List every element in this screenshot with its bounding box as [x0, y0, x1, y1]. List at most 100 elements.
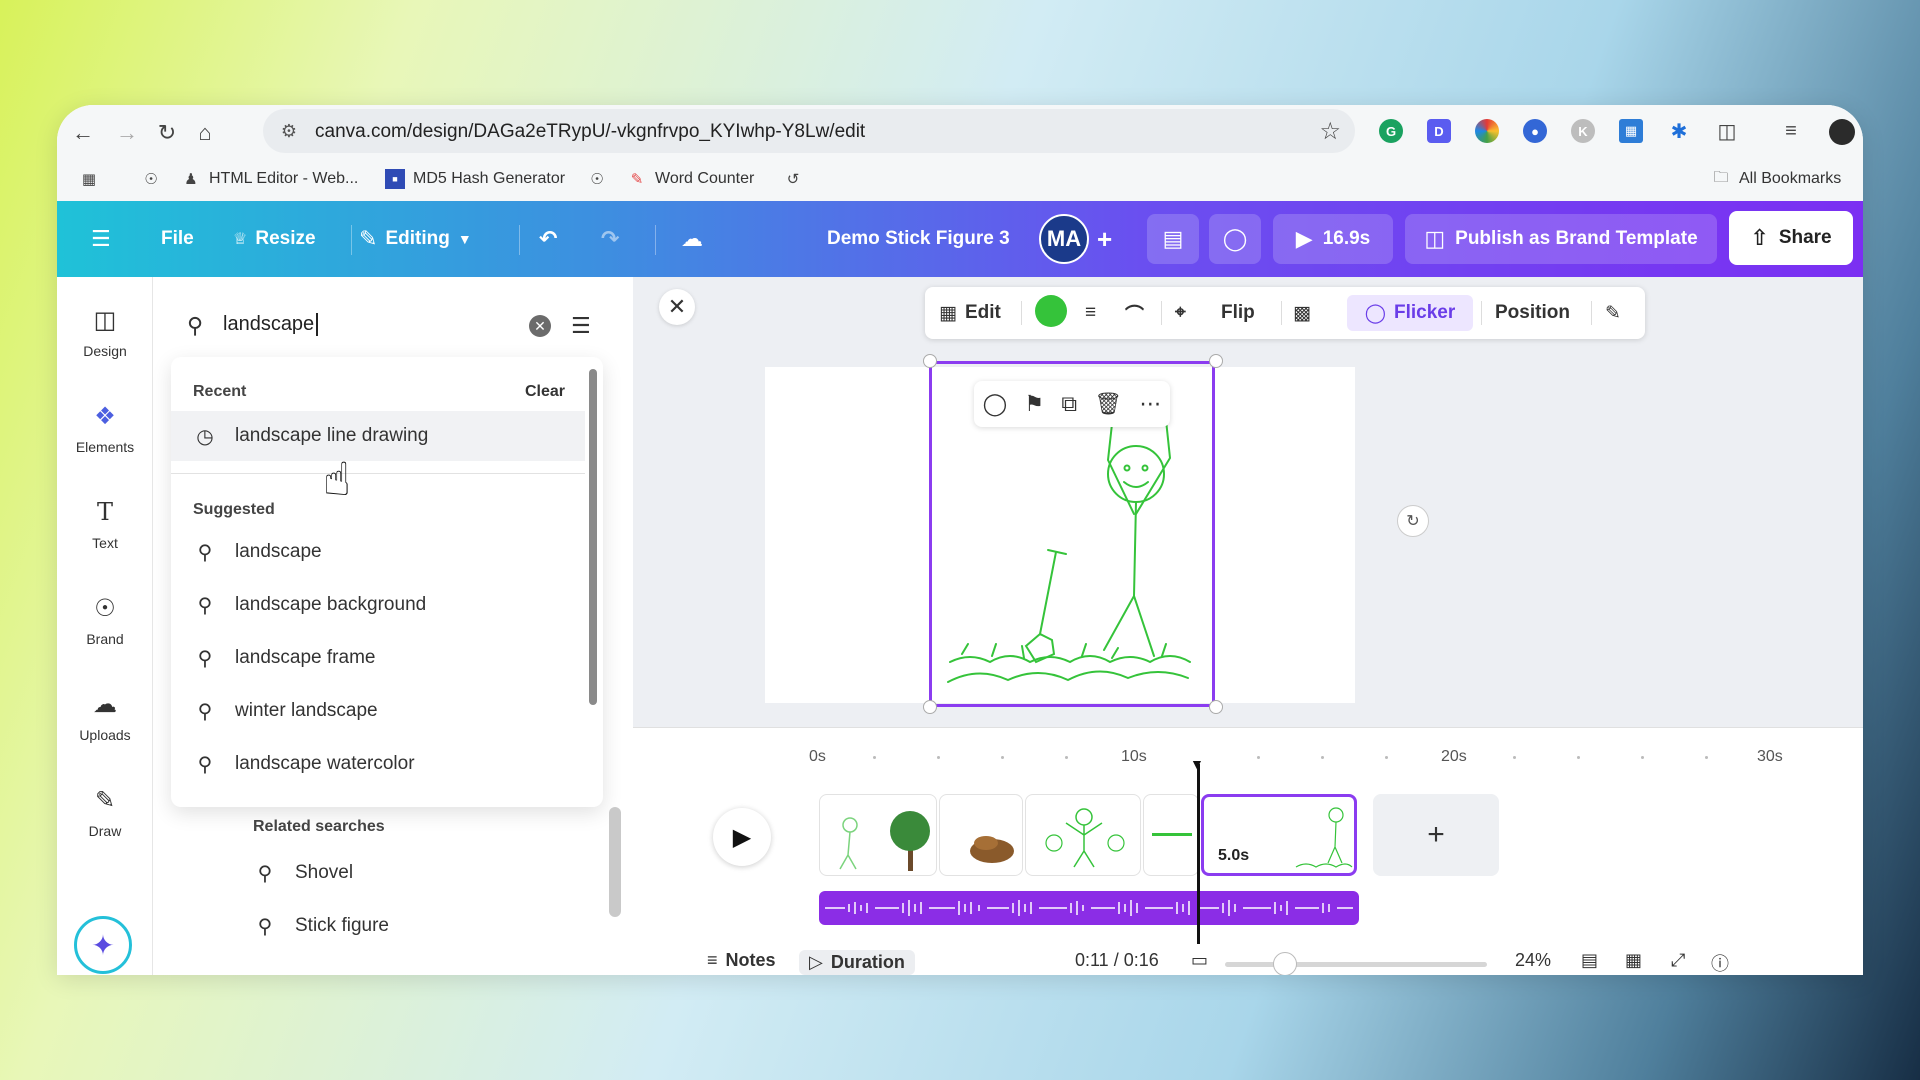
- forward-icon[interactable]: →: [109, 115, 145, 151]
- undo-icon[interactable]: ↶: [539, 221, 557, 257]
- publish-brand-template-button[interactable]: ◫ Publish as Brand Template: [1405, 214, 1717, 264]
- timeline-clip[interactable]: [1025, 794, 1141, 876]
- bookmark-md5[interactable]: ■ MD5 Hash Generator: [385, 169, 565, 189]
- color-picker[interactable]: [1035, 295, 1067, 327]
- comment-add-icon[interactable]: ◯: [983, 391, 1008, 417]
- suggestion-item[interactable]: ⚲ winter landscape: [171, 686, 585, 736]
- duplicate-icon[interactable]: ⧉: [1061, 391, 1077, 417]
- suggestion-item[interactable]: ⚲ landscape background: [171, 580, 585, 630]
- globe-icon-2[interactable]: ☉: [587, 169, 607, 189]
- timeline-clip[interactable]: [1143, 794, 1199, 876]
- menu-icon[interactable]: ☰: [91, 221, 111, 257]
- rail-item-design[interactable]: ◫ Design: [57, 303, 153, 360]
- edit-image-button[interactable]: ▦ Edit: [939, 299, 1001, 327]
- rail-item-elements[interactable]: ❖ Elements: [57, 399, 153, 456]
- search-extension-icon[interactable]: ●: [1523, 119, 1547, 143]
- flicker-animation-button[interactable]: ◯ Flicker: [1347, 295, 1473, 331]
- comments-button[interactable]: ◯: [1209, 214, 1261, 264]
- magic-sparkle-button[interactable]: ✦: [74, 916, 132, 974]
- all-bookmarks[interactable]: 🗀 All Bookmarks: [1711, 169, 1841, 189]
- suggestion-item[interactable]: ⚲ landscape: [171, 527, 585, 577]
- transparency-icon[interactable]: ▩: [1293, 299, 1311, 327]
- insights-button[interactable]: ▤: [1147, 214, 1199, 264]
- curve-icon[interactable]: ⌒: [1125, 299, 1144, 327]
- search-box[interactable]: ⚲ landscape ✕ ☰: [177, 301, 597, 351]
- timeline-clip[interactable]: [819, 794, 937, 876]
- profile-avatar-icon[interactable]: [1829, 119, 1855, 145]
- apps-icon[interactable]: ▦: [79, 169, 99, 189]
- history-icon[interactable]: ↺: [783, 169, 803, 189]
- suggestion-item[interactable]: ⚲ landscape frame: [171, 633, 585, 683]
- redo-icon[interactable]: ↷: [601, 221, 619, 257]
- related-item-stick-figure[interactable]: ⚲ Stick figure: [253, 914, 389, 938]
- site-info-icon[interactable]: ⚙: [277, 119, 301, 143]
- map-extension-icon[interactable]: ▦: [1619, 119, 1643, 143]
- related-item-shovel[interactable]: ⚲ Shovel: [253, 861, 353, 885]
- flip-button[interactable]: Flip: [1221, 299, 1255, 327]
- share-button[interactable]: ⇧ Share: [1729, 211, 1853, 265]
- rail-item-brand[interactable]: ☉ Brand: [57, 591, 153, 648]
- resize-handle[interactable]: [1209, 354, 1223, 368]
- screen-icon[interactable]: ▭: [1191, 950, 1208, 971]
- audio-track[interactable]: [819, 891, 1359, 925]
- add-clip-button[interactable]: +: [1373, 794, 1499, 876]
- more-icon[interactable]: ⋯: [1139, 391, 1161, 417]
- duration-button[interactable]: ▷ Duration: [799, 950, 915, 975]
- suggestion-item[interactable]: ⚲ landscape watercolor: [171, 739, 585, 789]
- dropdown-scrollbar[interactable]: [589, 369, 597, 705]
- timeline-clip[interactable]: [939, 794, 1023, 876]
- rail-item-draw[interactable]: ✎ Draw: [57, 783, 153, 840]
- resize-button[interactable]: ♕ Resize: [233, 221, 316, 257]
- rail-item-text[interactable]: T Text: [57, 495, 153, 551]
- filter-icon[interactable]: ☰: [571, 313, 591, 339]
- url-text[interactable]: canva.com/design/DAGa2eTRypU/-vkgnfrvpo_…: [315, 121, 865, 143]
- bookmark-star-icon[interactable]: ☆: [1319, 117, 1341, 146]
- crop-icon[interactable]: ⌖: [1175, 299, 1186, 327]
- extensions-icon[interactable]: ◫: [1715, 119, 1739, 143]
- k-extension-icon[interactable]: K: [1571, 119, 1595, 143]
- position-button[interactable]: Position: [1495, 299, 1570, 327]
- clear-search-icon[interactable]: ✕: [529, 315, 551, 337]
- editing-mode-button[interactable]: ✎ Editing ▼: [359, 221, 472, 257]
- lock-icon[interactable]: ⚑: [1024, 391, 1044, 417]
- search-input[interactable]: landscape: [223, 313, 319, 336]
- paint-format-icon[interactable]: ✎: [1605, 299, 1621, 327]
- panel-scrollbar[interactable]: [609, 807, 621, 917]
- zoom-level[interactable]: 24%: [1515, 950, 1551, 971]
- rotate-icon[interactable]: ↻: [1397, 505, 1429, 537]
- globe-icon[interactable]: ☉: [141, 169, 161, 189]
- rail-item-uploads[interactable]: ☁ Uploads: [57, 687, 153, 744]
- add-collaborator-icon[interactable]: +: [1097, 221, 1112, 257]
- fullscreen-icon[interactable]: ⤢: [1671, 950, 1685, 971]
- trash-icon[interactable]: 🗑: [1094, 391, 1122, 417]
- d-extension-icon[interactable]: D: [1427, 119, 1451, 143]
- present-button[interactable]: ▶ 16.9s: [1273, 214, 1393, 264]
- timeline-play-button[interactable]: ▶: [713, 808, 771, 866]
- grid-view-icon[interactable]: ▦: [1625, 950, 1642, 971]
- home-icon[interactable]: ⌂: [187, 115, 223, 151]
- resize-handle[interactable]: [1209, 700, 1223, 714]
- clear-recent-button[interactable]: Clear: [525, 383, 565, 401]
- reload-icon[interactable]: ↻: [149, 115, 185, 151]
- resize-handle[interactable]: [923, 700, 937, 714]
- zoom-slider[interactable]: [1225, 962, 1487, 967]
- back-icon[interactable]: ←: [65, 115, 101, 151]
- color-extension-icon[interactable]: [1475, 119, 1499, 143]
- design-title[interactable]: Demo Stick Figure 3: [827, 221, 1010, 257]
- grammarly-extension-icon[interactable]: G: [1379, 119, 1403, 143]
- zoom-slider-knob[interactable]: [1273, 952, 1297, 975]
- bookmark-html-editor[interactable]: ♟ HTML Editor - Web...: [181, 169, 358, 189]
- resize-handle[interactable]: [923, 354, 937, 368]
- file-menu[interactable]: File: [161, 221, 194, 257]
- cloud-saved-icon[interactable]: ☁: [681, 221, 703, 257]
- puzzle-extension-icon[interactable]: ✱: [1667, 119, 1691, 143]
- line-weight-icon[interactable]: ≡: [1085, 299, 1096, 327]
- avatar[interactable]: MA: [1039, 214, 1089, 264]
- close-panel-icon[interactable]: ✕: [659, 289, 695, 325]
- notes-button[interactable]: ≡ Notes: [707, 950, 776, 971]
- playhead[interactable]: [1197, 764, 1200, 944]
- reading-list-icon[interactable]: ≡: [1779, 119, 1803, 143]
- recent-item[interactable]: ◷ landscape line drawing: [171, 411, 585, 461]
- help-icon[interactable]: ⓘ: [1711, 950, 1729, 975]
- timeline-clip-selected[interactable]: 5.0s: [1201, 794, 1357, 876]
